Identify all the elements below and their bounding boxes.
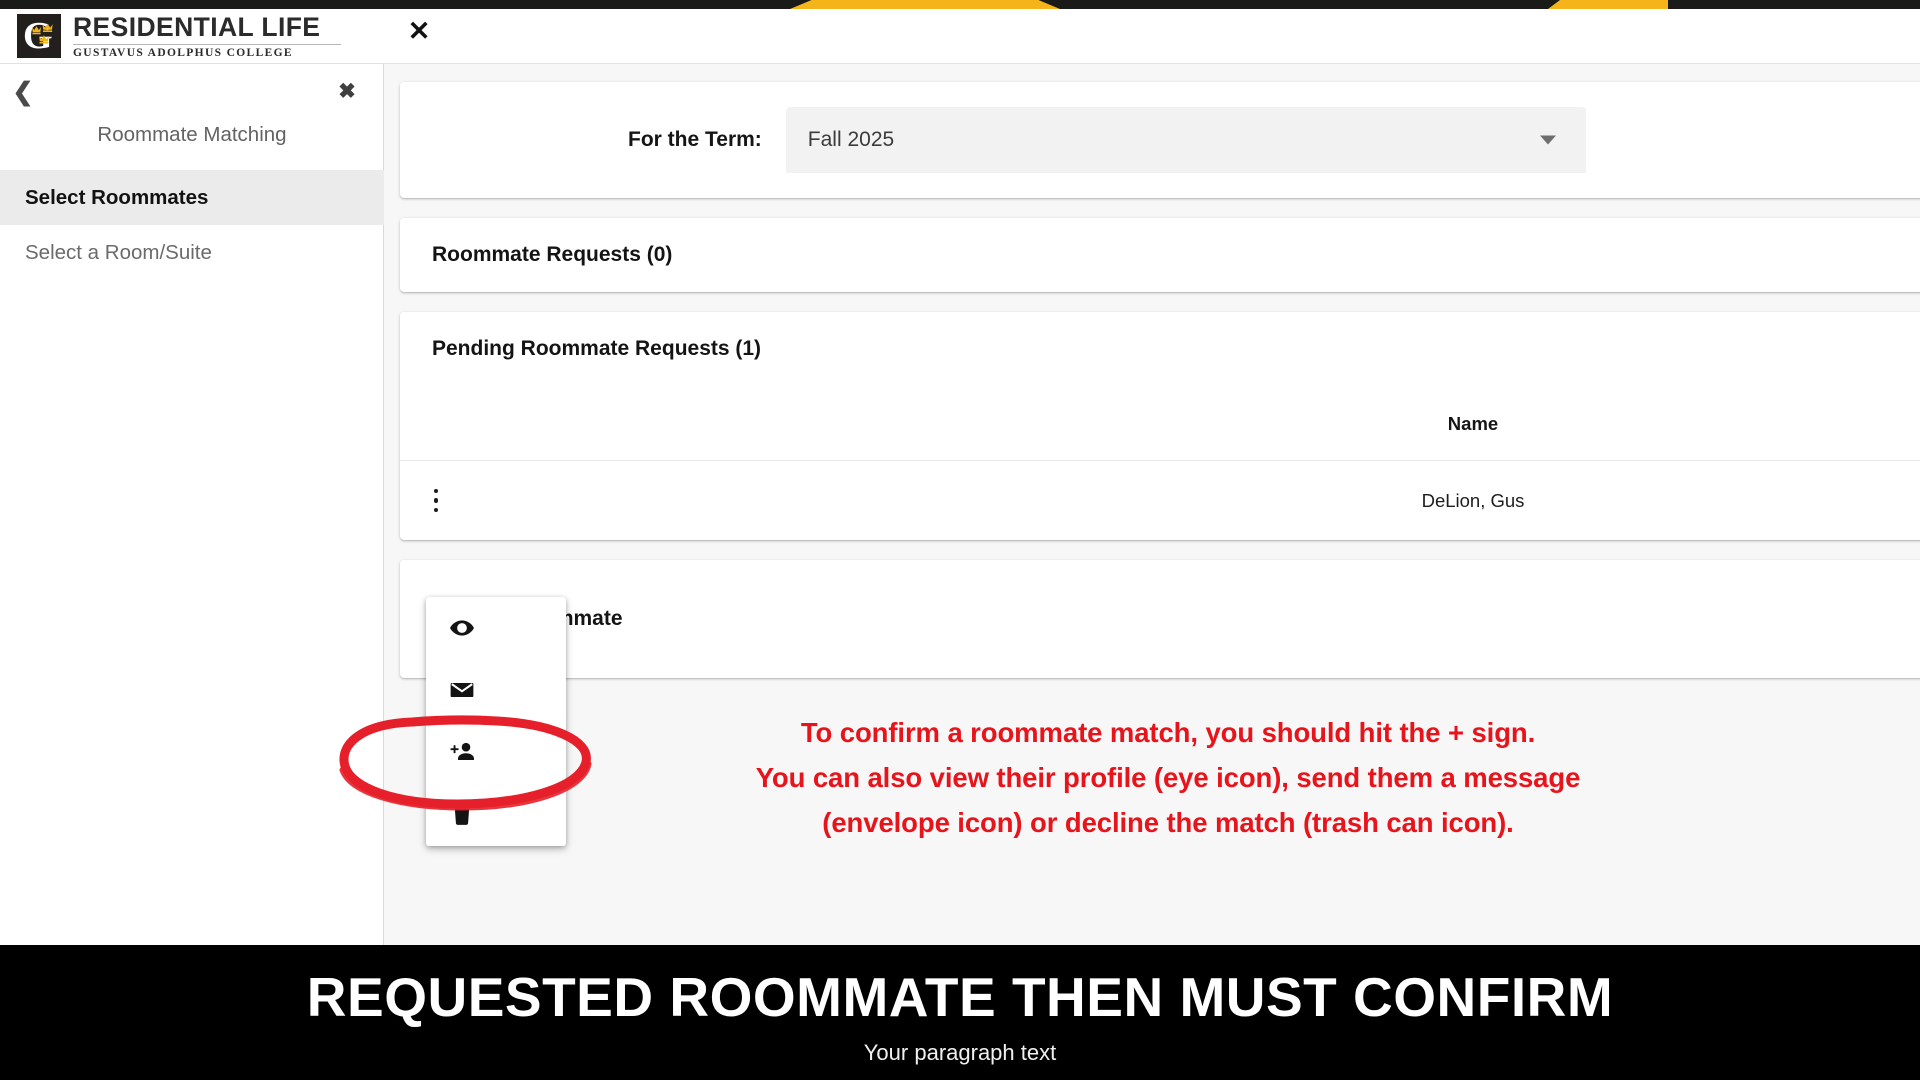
- kebab-vertical-icon[interactable]: [416, 488, 456, 513]
- action-decline-match[interactable]: [426, 783, 566, 845]
- brand-title: RESIDENTIAL LIFE: [73, 12, 321, 42]
- action-send-message[interactable]: [426, 659, 566, 721]
- person-add-icon: [450, 742, 474, 760]
- gold-accent-right: [1548, 0, 1668, 9]
- term-card: For the Term: Fall 2025: [400, 82, 1920, 198]
- annotation-line-1: To confirm a roommate match, you should …: [800, 717, 1536, 748]
- gustavus-crown-g-logo: G: [17, 14, 61, 58]
- sidebar-item-select-room-suite[interactable]: Select a Room/Suite: [0, 225, 384, 280]
- modal-header: ✕: [384, 0, 1920, 64]
- sidebar-item-label: Select Roommates: [25, 185, 209, 209]
- chevron-left-icon[interactable]: ❮: [8, 77, 38, 107]
- roommate-requests-card: Roommate Requests (0): [400, 218, 1920, 292]
- annotation-text: To confirm a roommate match, you should …: [400, 710, 1920, 845]
- pending-requests-title: Pending Roommate Requests (1): [432, 337, 762, 360]
- bottom-banner: REQUESTED ROOMMATE THEN MUST CONFIRM You…: [0, 945, 1920, 1080]
- top-accent-strip: [0, 0, 1920, 9]
- brand-subtitle: GUSTAVUS ADOLPHUS COLLEGE: [73, 47, 293, 59]
- scroll-area: For the Term: Fall 2025 Roommate Request…: [384, 64, 1920, 945]
- gold-accent-left: [790, 0, 1060, 9]
- brand-header: G RESIDENTIAL LIFE GUSTAVUS ADOLPHUS COL…: [0, 0, 384, 64]
- eye-icon: [450, 620, 474, 636]
- request-roommate-card: ommate: [400, 560, 1920, 678]
- crown-icon: [32, 23, 53, 44]
- sidebar-nav: ❮ ✖ Roommate Matching Select Roommates S…: [0, 64, 384, 280]
- term-label: For the Term:: [628, 128, 762, 151]
- annotation-line-2: You can also view their profile (eye ico…: [755, 762, 1581, 793]
- pending-requests-table: Name DeLion, Gus: [400, 386, 1920, 540]
- sidebar-item-select-roommates[interactable]: Select Roommates: [0, 170, 384, 225]
- action-confirm-match[interactable]: [426, 721, 566, 783]
- trash-icon: [453, 803, 471, 825]
- annotation-band: To confirm a roommate match, you should …: [400, 698, 1920, 873]
- chevron-down-icon: [1539, 135, 1556, 145]
- envelope-icon: [450, 682, 474, 698]
- banner-title: REQUESTED ROOMMATE THEN MUST CONFIRM: [306, 966, 1614, 1028]
- term-selected-value: Fall 2025: [807, 128, 895, 151]
- sidebar-item-label: Select a Room/Suite: [25, 240, 212, 264]
- banner-subtitle: Your paragraph text: [863, 1040, 1057, 1065]
- brand-divider: [73, 44, 341, 45]
- table-header-row: Name: [400, 386, 1920, 460]
- table-header-name: Name: [1447, 412, 1499, 434]
- main-content: ✕ For the Term: Fall 2025 Roommate Reque…: [384, 0, 1920, 945]
- row-action-menu: [426, 597, 566, 846]
- action-view-profile[interactable]: [426, 597, 566, 659]
- left-column: G RESIDENTIAL LIFE GUSTAVUS ADOLPHUS COL…: [0, 0, 384, 945]
- annotation-line-3: (envelope icon) or decline the match (tr…: [822, 807, 1514, 838]
- close-x-icon[interactable]: ✕: [403, 15, 435, 47]
- term-select[interactable]: Fall 2025: [785, 107, 1586, 173]
- pending-requests-card: Pending Roommate Requests (1) Name DeLio…: [400, 312, 1920, 540]
- roommate-requests-title: Roommate Requests (0): [432, 243, 673, 266]
- table-cell-name: DeLion, Gus: [1421, 489, 1525, 511]
- sidebar-close-icon[interactable]: ✖: [333, 77, 361, 105]
- sidebar-section-title: Roommate Matching: [97, 123, 287, 146]
- table-row: DeLion, Gus: [400, 460, 1920, 540]
